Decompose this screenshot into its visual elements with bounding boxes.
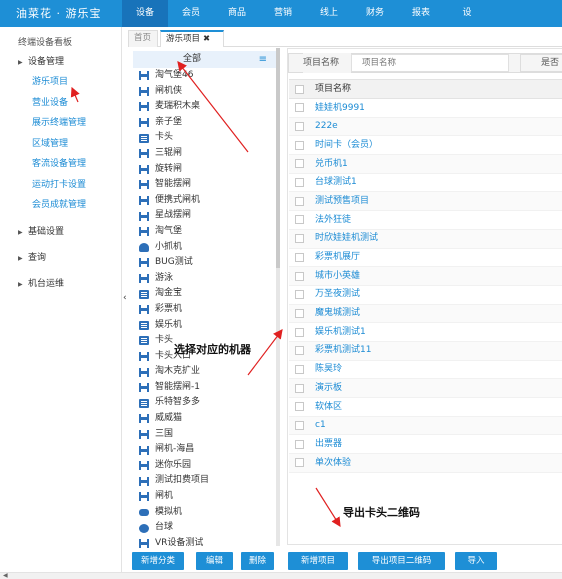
annotation-export-qr: 导出卡头二维码 <box>343 506 420 519</box>
annotation-select-machine: 选择对应的机器 <box>174 343 251 356</box>
arrow-to-export <box>315 487 341 528</box>
arrow-to-all <box>177 61 249 153</box>
annotation-arrows <box>70 61 341 528</box>
arrow-to-amusement <box>70 86 80 103</box>
arrow-to-grid <box>247 329 283 376</box>
